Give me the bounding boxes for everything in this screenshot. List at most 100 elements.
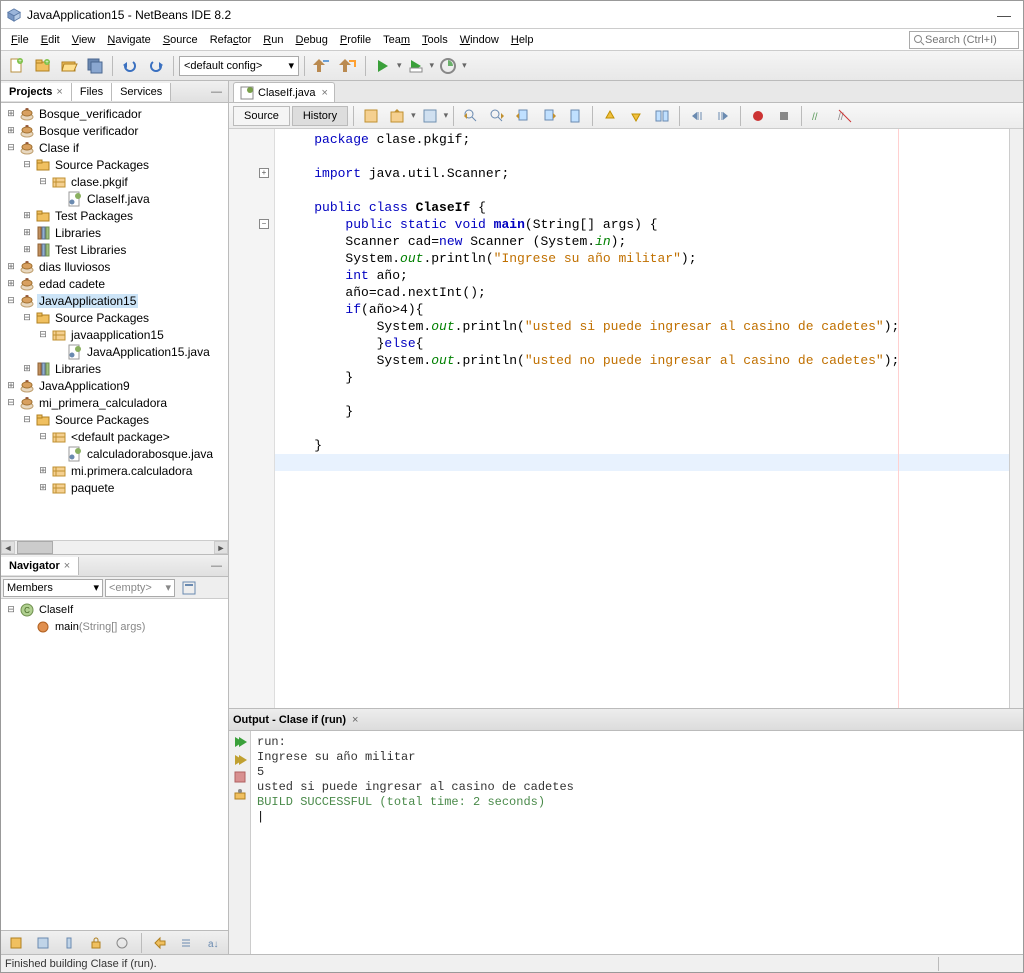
tree-node[interactable]: ClaseIf.java xyxy=(1,190,228,207)
vertical-scrollbar[interactable] xyxy=(1009,129,1023,708)
etb-find-next-icon[interactable] xyxy=(485,104,509,128)
tree-node[interactable]: ⊞Bosque verificador xyxy=(1,122,228,139)
new-project-icon[interactable]: + xyxy=(31,54,55,78)
profile-icon[interactable] xyxy=(436,54,460,78)
minimize-icon[interactable]: — xyxy=(997,7,1011,23)
undo-icon[interactable] xyxy=(118,54,142,78)
tree-node[interactable]: ⊟mi_primera_calculadora xyxy=(1,394,228,411)
empty-combo[interactable]: <empty>▾ xyxy=(105,579,175,597)
tab-navigator[interactable]: Navigator× xyxy=(1,557,79,575)
nav-btn-8[interactable]: a↓ xyxy=(201,931,224,955)
etb-macro-stop-icon[interactable] xyxy=(772,104,796,128)
build-icon[interactable] xyxy=(310,54,334,78)
nav-btn-1[interactable] xyxy=(5,931,28,955)
menu-window[interactable]: Window xyxy=(454,32,505,48)
etb-shift-right-icon[interactable] xyxy=(711,104,735,128)
config-combo[interactable]: <default config>▾ xyxy=(179,56,299,76)
nav-btn-5[interactable] xyxy=(111,931,134,955)
menu-view[interactable]: View xyxy=(66,32,102,48)
tree-node[interactable]: ⊟Source Packages xyxy=(1,309,228,326)
etb-uncomment-icon[interactable]: // xyxy=(833,104,857,128)
etb-icon-1[interactable] xyxy=(359,104,383,128)
tree-node[interactable]: JavaApplication15.java xyxy=(1,343,228,360)
etb-icon-3[interactable] xyxy=(418,104,442,128)
nav-filter-icon[interactable] xyxy=(177,576,201,600)
stop-icon[interactable] xyxy=(234,771,246,783)
tree-node[interactable]: ⊞paquete xyxy=(1,479,228,496)
horizontal-scrollbar[interactable]: ◄► xyxy=(1,540,228,554)
tree-node[interactable]: calculadorabosque.java xyxy=(1,445,228,462)
menu-profile[interactable]: Profile xyxy=(334,32,377,48)
etb-find-prev-icon[interactable] xyxy=(459,104,483,128)
close-icon[interactable]: × xyxy=(321,87,327,99)
close-icon[interactable]: × xyxy=(56,86,62,98)
source-view-tab[interactable]: Source xyxy=(233,106,290,126)
close-icon[interactable]: × xyxy=(64,560,70,572)
collapse-icon[interactable]: — xyxy=(205,560,228,572)
tree-node[interactable]: ⊟Source Packages xyxy=(1,411,228,428)
menu-refactor[interactable]: Refactor xyxy=(204,32,258,48)
tree-node[interactable]: ⊞Test Packages xyxy=(1,207,228,224)
etb-macro-rec-icon[interactable] xyxy=(746,104,770,128)
tree-node[interactable]: ⊞edad cadete xyxy=(1,275,228,292)
etb-toggle-bookmark-icon[interactable] xyxy=(563,104,587,128)
menu-file[interactable]: File xyxy=(5,32,35,48)
redo-icon[interactable] xyxy=(144,54,168,78)
nav-node[interactable]: main(String[] args) xyxy=(3,618,226,635)
etb-bookmark-prev-icon[interactable] xyxy=(511,104,535,128)
tree-node[interactable]: ⊞dias lluviosos xyxy=(1,258,228,275)
nav-btn-3[interactable] xyxy=(58,931,81,955)
debug-icon[interactable] xyxy=(404,54,428,78)
editor-tab-claseif[interactable]: ClaseIf.java × xyxy=(233,82,335,102)
run-icon[interactable] xyxy=(371,54,395,78)
members-combo[interactable]: Members▾ xyxy=(3,579,103,597)
search-input[interactable] xyxy=(925,34,1005,46)
clean-build-icon[interactable] xyxy=(336,54,360,78)
rerun-ff-icon[interactable] xyxy=(233,753,247,767)
new-file-icon[interactable]: + xyxy=(5,54,29,78)
tree-node[interactable]: ⊟Source Packages xyxy=(1,156,228,173)
collapse-icon[interactable]: — xyxy=(205,86,228,98)
projects-tree[interactable]: ⊞Bosque_verificador⊞Bosque verificador⊟C… xyxy=(1,103,228,540)
tree-node[interactable]: ⊟Clase if xyxy=(1,139,228,156)
menu-team[interactable]: Team xyxy=(377,32,416,48)
menu-run[interactable]: Run xyxy=(257,32,289,48)
nav-btn-6[interactable] xyxy=(148,931,171,955)
menu-edit[interactable]: Edit xyxy=(35,32,66,48)
tree-node[interactable]: ⊞Test Libraries xyxy=(1,241,228,258)
tree-node[interactable]: ⊞mi.primera.calculadora xyxy=(1,462,228,479)
tree-node[interactable]: ⊞Bosque_verificador xyxy=(1,105,228,122)
tree-node[interactable]: ⊟javaapplication15 xyxy=(1,326,228,343)
tab-services[interactable]: Services xyxy=(112,83,171,101)
nav-node[interactable]: ⊟CClaseIf xyxy=(3,601,226,618)
nav-btn-7[interactable] xyxy=(175,931,198,955)
tab-files[interactable]: Files xyxy=(72,83,112,101)
etb-prev-mark-icon[interactable] xyxy=(598,104,622,128)
menu-debug[interactable]: Debug xyxy=(289,32,333,48)
quick-search[interactable] xyxy=(909,31,1019,49)
tree-node[interactable]: ⊞Libraries xyxy=(1,224,228,241)
output-text[interactable]: run:Ingrese su año militar5usted si pued… xyxy=(251,731,1023,954)
tree-node[interactable]: ⊟clase.pkgif xyxy=(1,173,228,190)
etb-bookmark-next-icon[interactable] xyxy=(537,104,561,128)
menu-source[interactable]: Source xyxy=(157,32,204,48)
etb-comment-icon[interactable]: // xyxy=(807,104,831,128)
tab-projects[interactable]: Projects× xyxy=(1,83,72,101)
settings-icon[interactable] xyxy=(233,787,247,801)
nav-btn-2[interactable] xyxy=(32,931,55,955)
menu-tools[interactable]: Tools xyxy=(416,32,454,48)
tree-node[interactable]: ⊞JavaApplication9 xyxy=(1,377,228,394)
etb-shift-left-icon[interactable] xyxy=(685,104,709,128)
save-all-icon[interactable] xyxy=(83,54,107,78)
history-view-tab[interactable]: History xyxy=(292,106,348,126)
etb-icon-2[interactable] xyxy=(385,104,409,128)
tree-node[interactable]: ⊟<default package> xyxy=(1,428,228,445)
tree-node[interactable]: ⊟JavaApplication15 xyxy=(1,292,228,309)
etb-diff-icon[interactable] xyxy=(650,104,674,128)
etb-next-mark-icon[interactable] xyxy=(624,104,648,128)
rerun-icon[interactable] xyxy=(233,735,247,749)
open-project-icon[interactable] xyxy=(57,54,81,78)
navigator-tree[interactable]: ⊟CClaseIfmain(String[] args) xyxy=(1,599,228,930)
menu-navigate[interactable]: Navigate xyxy=(101,32,156,48)
menu-help[interactable]: Help xyxy=(505,32,540,48)
